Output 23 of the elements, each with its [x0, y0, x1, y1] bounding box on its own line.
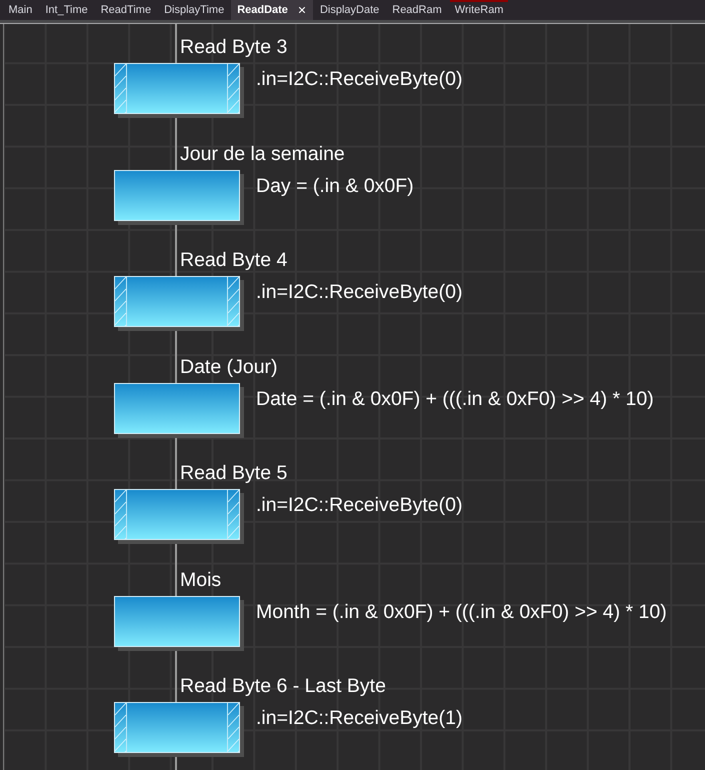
step-code: Date = (.in & 0x0F) + (((.in & 0xF0) >> 4) * 10) [256, 388, 654, 410]
step-code: Month = (.in & 0x0F) + (((.in & 0xF0) >> 4) * 10) [256, 600, 667, 624]
tab[interactable]: ReadTime [94, 0, 158, 20]
step-label: Date (Jour) [180, 356, 278, 378]
close-icon[interactable] [296, 5, 307, 15]
step-code: .in=I2C::ReceiveByte(0) [256, 281, 462, 304]
tab[interactable]: DisplayDate [313, 0, 386, 20]
step-label: Jour de la semaine [180, 142, 345, 166]
step-label: Read Byte 3 [180, 36, 288, 59]
tab[interactable]: WriteRam [448, 0, 510, 20]
step-code: .in=I2C::ReceiveByte(1) [256, 707, 462, 730]
tab[interactable]: Main [2, 0, 39, 20]
step-code: Day = (.in & 0x0F) [256, 174, 414, 198]
step-label: Read Byte 5 [180, 462, 288, 485]
step-code: .in=I2C::ReceiveByte(0) [256, 68, 462, 91]
step-label: Read Byte 4 [180, 249, 288, 272]
step-code: .in=I2C::ReceiveByte(0) [256, 494, 462, 517]
tab[interactable]: ReadRam [386, 0, 448, 20]
tab[interactable]: DisplayTime [158, 0, 231, 20]
step-label: Read Byte 6 - Last Byte [180, 675, 386, 698]
tab[interactable]: ReadDate [230, 0, 314, 20]
tab[interactable]: Int_Time [38, 0, 94, 20]
step-label: Mois [180, 568, 222, 592]
